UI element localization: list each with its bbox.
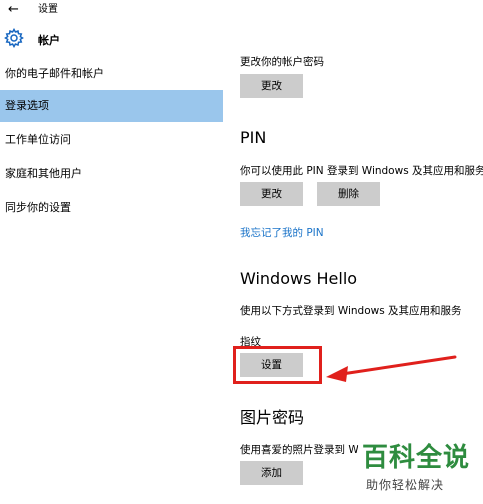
watermark-subtitle: 助你轻松解决	[366, 478, 445, 492]
watermark-title: 百科全说	[362, 443, 471, 473]
watermark: 百科全说 助你轻松解决	[358, 441, 480, 499]
annotation-arrow-icon	[326, 355, 457, 382]
